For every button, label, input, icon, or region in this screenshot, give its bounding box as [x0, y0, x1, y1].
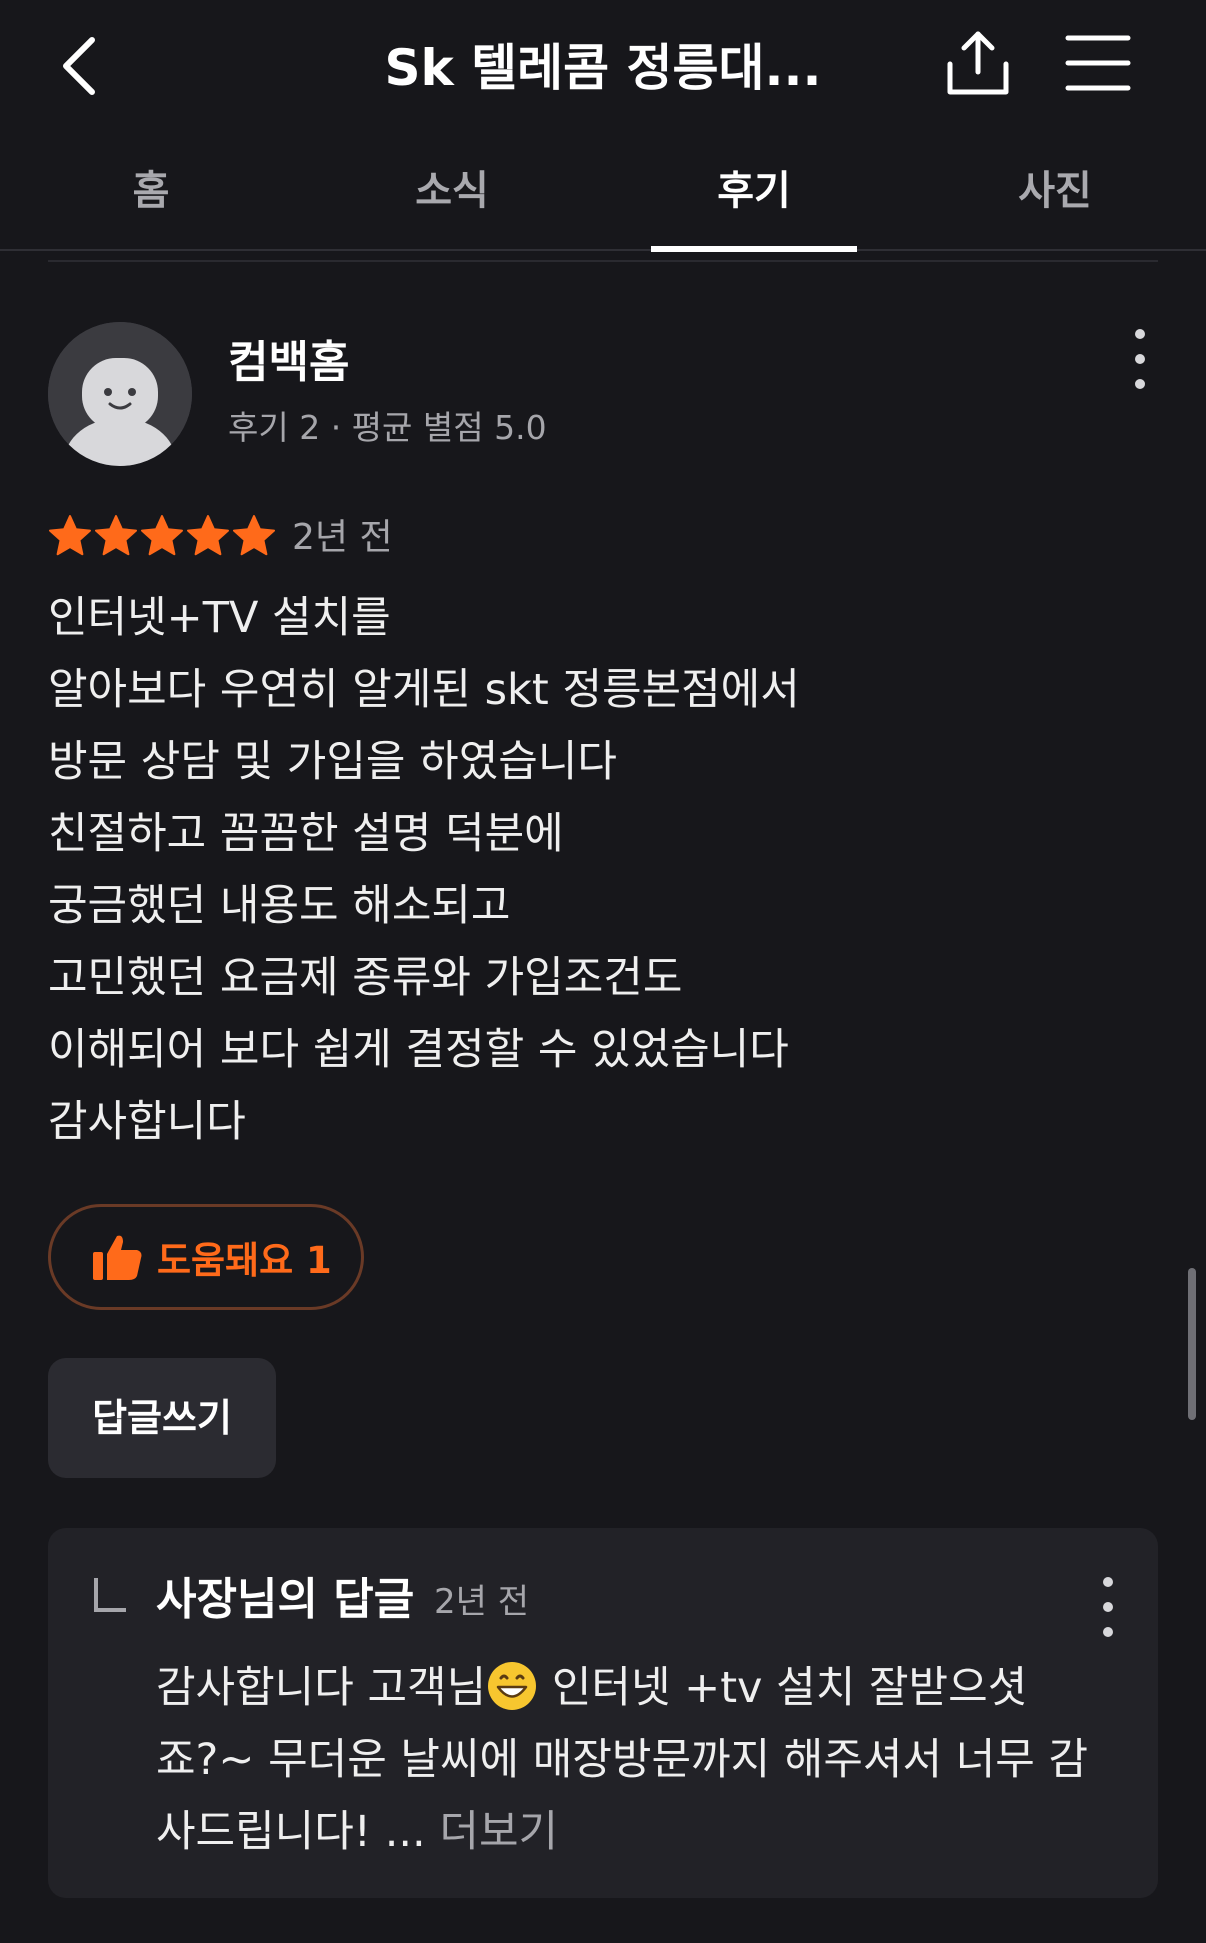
scrollbar[interactable] [1188, 1268, 1196, 1420]
more-vertical-icon [1103, 1577, 1113, 1637]
review-date: 2년 전 [292, 517, 393, 558]
review-text: 인터넷+TV 설치를 알아보다 우연히 알게된 skt 정릉본점에서 방문 상담… [48, 582, 1148, 1158]
star-icon [187, 515, 229, 556]
owner-reply-line: 사드립니다! ... 더보기 [156, 1796, 1136, 1868]
tab-news[interactable]: 소식 [349, 135, 555, 251]
review-line: 인터넷+TV 설치를 [48, 593, 391, 643]
reviewer-stats: 후기 2 · 평균 별점 5.0 [228, 408, 547, 447]
helpful-button[interactable]: 도움돼요 1 [48, 1204, 364, 1310]
owner-reply-date: 2년 전 [434, 1582, 529, 1622]
more-vertical-icon [1135, 329, 1145, 389]
owner-reply-line-text: 사드립니다! ... [156, 1807, 440, 1857]
default-avatar-icon [48, 322, 192, 466]
tab-home[interactable]: 홈 [48, 135, 254, 251]
tab-reviews[interactable]: 후기 [651, 135, 857, 251]
owner-reply-line: 감사합니다 고객님 인터넷 +tv 설치 잘받으셧 [156, 1652, 1136, 1724]
star-icon [233, 515, 275, 556]
see-more-link[interactable]: 더보기 [439, 1807, 558, 1857]
review-line: 친절하고 꼼꼼한 설명 덕분에 [48, 809, 564, 859]
review-line: 감사합니다 [48, 1097, 246, 1147]
reviewer-name[interactable]: 컴백홈 [228, 333, 349, 393]
review-line: 알아보다 우연히 알게된 skt 정릉본점에서 [48, 665, 800, 715]
divider [48, 260, 1158, 262]
review-line: 궁금했던 내용도 해소되고 [48, 881, 511, 931]
thumbs-up-icon [93, 1235, 142, 1280]
share-icon [947, 31, 1009, 95]
tab-bar: 홈 소식 후기 사진 [0, 135, 1206, 252]
grinning-face-emoji-icon [488, 1662, 537, 1710]
owner-reply-line-text: 감사합니다 고객님 [156, 1663, 487, 1713]
tab-photos[interactable]: 사진 [952, 135, 1158, 251]
star-icon [95, 515, 137, 556]
write-reply-button[interactable]: 답글쓰기 [48, 1358, 276, 1478]
share-button[interactable] [942, 28, 1014, 100]
star-icon [49, 515, 91, 556]
review-line: 이해되어 보다 쉽게 결정할 수 있었습니다 [48, 1025, 789, 1075]
review-more-button[interactable] [1120, 326, 1160, 392]
owner-reply-line: 죠?~ 무더운 날씨에 매장방문까지 해주셔서 너무 감 [156, 1735, 1089, 1785]
hamburger-menu-icon [1065, 35, 1131, 91]
star-icon [141, 515, 183, 556]
star-rating [48, 514, 276, 568]
menu-button[interactable] [1064, 30, 1132, 96]
owner-reply-more-button[interactable] [1090, 1574, 1126, 1640]
avatar[interactable] [48, 322, 192, 466]
chevron-left-icon [63, 37, 95, 95]
back-button[interactable] [52, 30, 112, 102]
review-line: 고민했던 요금제 종류와 가입조건도 [48, 953, 683, 1003]
review-line: 방문 상담 및 가입을 하였습니다 [48, 737, 617, 787]
reply-arrow-icon [94, 1578, 126, 1612]
owner-reply-text: 감사합니다 고객님 인터넷 +tv 설치 잘받으셧 죠?~ 무더운 날씨에 매장… [156, 1652, 1136, 1868]
helpful-label: 도움돼요 1 [157, 1239, 332, 1282]
page-title: Sk 텔레콤 정릉대... [384, 39, 822, 97]
owner-reply-title: 사장님의 답글 [156, 1574, 415, 1625]
app-header: Sk 텔레콤 정릉대... [0, 0, 1206, 135]
owner-reply-line-text: 인터넷 +tv 설치 잘받으셧 [538, 1663, 1028, 1713]
owner-reply-card: 사장님의 답글 2년 전 감사합니다 고객님 인터넷 +tv 설치 잘받으셧 죠… [48, 1528, 1158, 1898]
active-tab-indicator [651, 246, 857, 252]
